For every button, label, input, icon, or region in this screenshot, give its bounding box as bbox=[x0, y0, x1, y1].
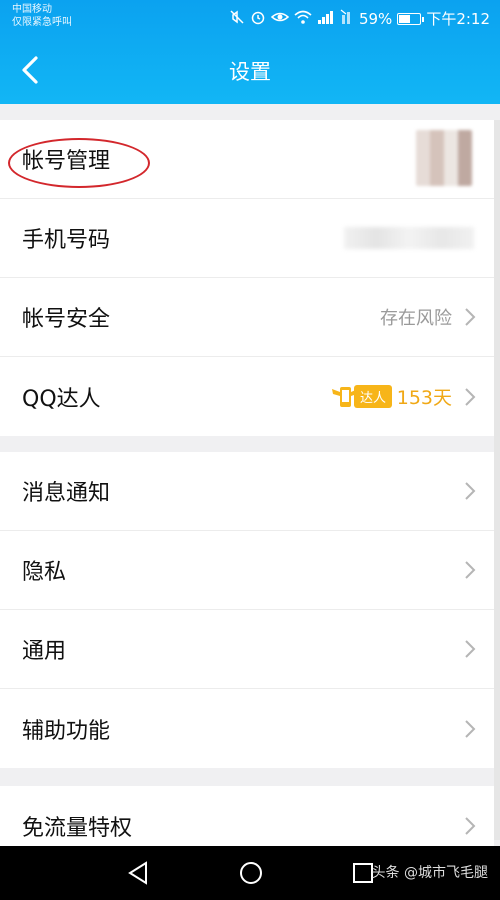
phone-number-redacted bbox=[344, 227, 474, 249]
nav-back-button[interactable] bbox=[124, 858, 154, 888]
row-label: 隐私 bbox=[22, 560, 67, 585]
row-data-free-privilege[interactable]: 免流量特权 bbox=[0, 786, 494, 846]
row-phone-number[interactable]: 手机号码 bbox=[0, 199, 494, 278]
qq-expert-badge: 达人 bbox=[330, 381, 392, 411]
status-bar: 中国移动 仅限紧急呼叫 59% 下午2:12 bbox=[0, 0, 500, 36]
row-label: 消息通知 bbox=[22, 481, 111, 506]
battery-icon bbox=[397, 12, 425, 25]
scrollbar[interactable] bbox=[494, 120, 500, 840]
status-indicators: 59% 下午2:12 bbox=[229, 8, 490, 29]
badge-label: 达人 bbox=[353, 384, 392, 408]
chevron-right-icon bbox=[464, 560, 476, 580]
no-sim-icon bbox=[340, 9, 354, 29]
account-group: 帐号管理 手机号码 帐号安全 存在风险 QQ达人 达人 153天 bbox=[0, 120, 494, 436]
row-label: 辅助功能 bbox=[22, 718, 111, 744]
chevron-right-icon bbox=[464, 387, 476, 407]
carrier-status: 仅限紧急呼叫 bbox=[12, 17, 72, 28]
row-label: 帐号安全 bbox=[22, 307, 111, 332]
battery-percent: 59% bbox=[358, 9, 393, 28]
row-account-security[interactable]: 帐号安全 存在风险 bbox=[0, 278, 494, 357]
system-nav-bar: 头条 @城市飞毛腿 bbox=[0, 846, 500, 900]
eye-icon bbox=[270, 9, 290, 29]
circle-home-icon bbox=[240, 862, 262, 884]
row-privacy[interactable]: 隐私 bbox=[0, 531, 494, 610]
row-account-management[interactable]: 帐号管理 bbox=[0, 120, 494, 199]
chevron-right-icon bbox=[464, 816, 476, 836]
avatar bbox=[416, 130, 472, 186]
chevron-right-icon bbox=[464, 719, 476, 739]
wifi-icon bbox=[294, 9, 312, 29]
clock: 下午2:12 bbox=[426, 10, 490, 28]
title-bar: 设置 bbox=[0, 48, 500, 92]
security-status: 存在风险 bbox=[380, 308, 452, 329]
row-label: 帐号管理 bbox=[22, 149, 111, 174]
row-label: QQ达人 bbox=[22, 386, 101, 412]
preferences-group: 消息通知 隐私 通用 辅助功能 bbox=[0, 452, 494, 768]
row-label: 手机号码 bbox=[22, 228, 111, 253]
row-label: 免流量特权 bbox=[22, 815, 133, 841]
chevron-right-icon bbox=[464, 639, 476, 659]
carrier-name: 中国移动 bbox=[12, 4, 52, 15]
row-general[interactable]: 通用 bbox=[0, 610, 494, 689]
row-qq-expert[interactable]: QQ达人 达人 153天 bbox=[0, 357, 494, 436]
battery-fill bbox=[399, 14, 411, 23]
mute-icon bbox=[229, 9, 245, 29]
alarm-icon bbox=[250, 9, 266, 29]
row-notifications[interactable]: 消息通知 bbox=[0, 452, 494, 531]
page-title: 设置 bbox=[229, 60, 271, 84]
row-accessibility[interactable]: 辅助功能 bbox=[0, 689, 494, 768]
chevron-right-icon bbox=[464, 307, 476, 327]
watermark: 头条 @城市飞毛腿 bbox=[371, 865, 488, 881]
signal-icon bbox=[317, 9, 335, 29]
data-free-group: 免流量特权 bbox=[0, 786, 494, 846]
nav-home-button[interactable] bbox=[236, 858, 266, 888]
app-header: 中国移动 仅限紧急呼叫 59% 下午2:12 设置 bbox=[0, 0, 500, 104]
row-label: 通用 bbox=[22, 639, 67, 664]
qq-days-count: 153天 bbox=[396, 387, 452, 409]
carrier-info: 中国移动 仅限紧急呼叫 bbox=[12, 3, 72, 29]
chevron-right-icon bbox=[464, 481, 476, 501]
triangle-back-icon bbox=[128, 861, 147, 885]
